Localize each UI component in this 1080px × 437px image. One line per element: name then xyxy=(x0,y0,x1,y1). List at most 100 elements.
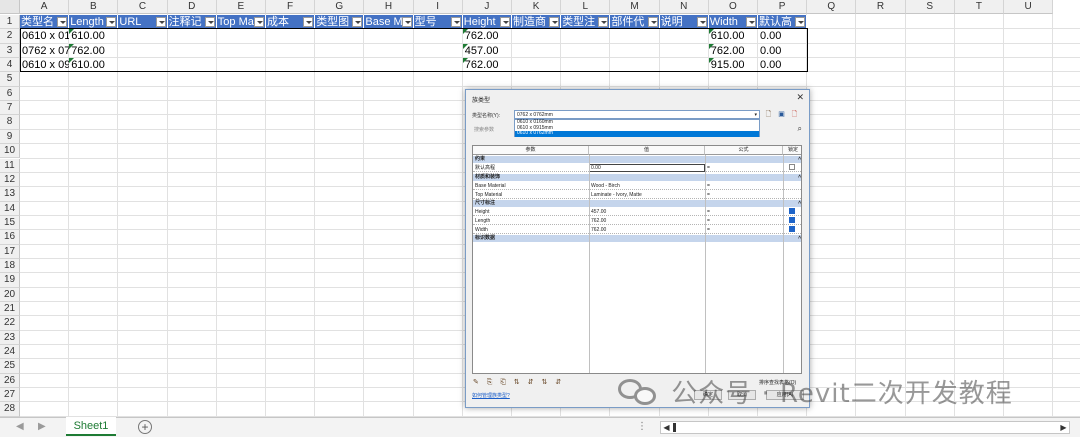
column-header-o[interactable]: O xyxy=(708,0,758,14)
parameter-value[interactable]: Wood - Birch xyxy=(591,182,620,190)
lock-checkbox[interactable] xyxy=(789,208,795,214)
table-cell[interactable] xyxy=(118,29,167,43)
parameter-row[interactable]: Base Material Wood - Birch = xyxy=(473,182,801,190)
add-sheet-button[interactable]: + xyxy=(138,420,152,434)
table-cell[interactable] xyxy=(118,58,167,72)
error-indicator-icon[interactable] xyxy=(708,58,714,64)
row-header-14[interactable]: 14 xyxy=(0,201,20,216)
row-header-6[interactable]: 6 xyxy=(0,86,20,102)
table-cell[interactable] xyxy=(315,29,364,43)
horizontal-scrollbar[interactable]: ◀ ▶ xyxy=(660,421,1070,434)
chevron-down-icon[interactable]: ▾ xyxy=(754,111,757,119)
table-header-cell[interactable]: Top Ma xyxy=(216,15,266,30)
parameter-formula[interactable]: = xyxy=(707,182,710,190)
row-header-22[interactable]: 22 xyxy=(0,316,20,331)
filter-dropdown-icon[interactable] xyxy=(352,17,363,27)
column-header-h[interactable]: H xyxy=(364,0,414,14)
table-cell[interactable]: 0.00 xyxy=(758,58,807,72)
delete-type-icon[interactable]: 🗋 xyxy=(790,110,799,119)
column-header-k[interactable]: K xyxy=(512,0,562,14)
row-header-16[interactable]: 16 xyxy=(0,230,20,245)
column-header-a[interactable]: A xyxy=(20,0,70,14)
row-header-12[interactable]: 12 xyxy=(0,172,20,188)
table-cell[interactable]: 762.00 xyxy=(463,58,512,72)
column-header-d[interactable]: D xyxy=(167,0,217,14)
column-header-f[interactable]: F xyxy=(266,0,316,14)
parameter-formula[interactable]: = xyxy=(707,191,710,199)
search-icon[interactable]: ⌕ xyxy=(798,124,802,134)
parameter-row[interactable]: Height 457.00 = xyxy=(473,208,801,216)
column-header-t[interactable]: T xyxy=(954,0,1004,14)
row-header-25[interactable]: 25 xyxy=(0,359,20,374)
table-header-cell[interactable]: 默认高 xyxy=(758,15,808,30)
parameter-formula[interactable]: = xyxy=(707,217,710,225)
table-cell[interactable]: 0610 x 091 xyxy=(20,58,69,72)
table-header-cell[interactable]: 类型图 xyxy=(315,15,365,30)
filter-dropdown-icon[interactable] xyxy=(106,17,117,27)
row-header-15[interactable]: 15 xyxy=(0,215,20,231)
table-header-cell[interactable]: 注释记 xyxy=(167,15,217,30)
table-cell[interactable]: 0762 x 076 xyxy=(20,44,69,58)
table-header-cell[interactable]: 说明 xyxy=(659,15,709,30)
rename-type-icon[interactable]: ▣ xyxy=(777,110,786,119)
parameter-value[interactable]: Laminate - Ivory, Matte xyxy=(591,191,642,199)
row-header-2[interactable]: 2 xyxy=(0,29,20,44)
row-header-26[interactable]: 26 xyxy=(0,373,20,389)
parameter-value[interactable]: 457.00 xyxy=(591,208,606,216)
table-cell[interactable]: 0610 x 016 xyxy=(20,29,69,43)
row-header-4[interactable]: 4 xyxy=(0,58,20,73)
parameter-formula[interactable]: = xyxy=(707,164,710,172)
row-header-13[interactable]: 13 xyxy=(0,187,20,202)
row-header-7[interactable]: 7 xyxy=(0,101,20,116)
column-header-r[interactable]: R xyxy=(856,0,906,14)
filter-dropdown-icon[interactable] xyxy=(303,17,314,27)
parameter-group-header[interactable]: 约束 ˄ xyxy=(473,156,801,163)
table-cell[interactable]: 0.00 xyxy=(758,29,807,43)
table-cell[interactable]: 610.00 xyxy=(69,58,118,72)
scroll-right-icon[interactable]: ▶ xyxy=(1058,422,1069,433)
table-cell[interactable] xyxy=(315,58,364,72)
table-cell[interactable] xyxy=(512,29,561,43)
column-header-q[interactable]: Q xyxy=(807,0,857,14)
table-cell[interactable] xyxy=(414,58,463,72)
table-cell[interactable]: 610.00 xyxy=(709,29,758,43)
table-cell[interactable] xyxy=(660,29,709,43)
table-header-cell[interactable]: Length xyxy=(69,15,119,30)
table-cell[interactable] xyxy=(364,29,413,43)
table-header-cell[interactable]: Width xyxy=(708,15,758,30)
table-cell[interactable] xyxy=(512,44,561,58)
column-header-n[interactable]: N xyxy=(659,0,709,14)
row-header-28[interactable]: 28 xyxy=(0,402,20,417)
lock-checkbox[interactable] xyxy=(789,164,795,170)
parameter-row[interactable]: 默认高程 0.00 = xyxy=(473,164,801,172)
sheet-tab-sheet1[interactable]: Sheet1 xyxy=(66,417,116,436)
table-cell[interactable] xyxy=(168,44,217,58)
filter-dropdown-icon[interactable] xyxy=(549,17,560,27)
type-name-select[interactable]: 0762 x 0762mm ▾ xyxy=(514,110,760,119)
row-header-24[interactable]: 24 xyxy=(0,345,20,360)
error-indicator-icon[interactable] xyxy=(462,43,468,49)
column-header-j[interactable]: J xyxy=(462,0,512,14)
error-indicator-icon[interactable] xyxy=(69,58,75,64)
column-header-p[interactable]: P xyxy=(758,0,808,14)
table-cell[interactable] xyxy=(610,29,659,43)
collapse-icon[interactable]: ˄ xyxy=(798,174,801,181)
split-handle-icon[interactable]: ⋮ xyxy=(637,421,647,432)
parameter-row[interactable]: Top Material Laminate - Ivory, Matte = xyxy=(473,191,801,199)
table-header-cell[interactable]: Height xyxy=(462,15,512,30)
table-header-cell[interactable]: 类型注 xyxy=(561,15,611,30)
table-cell[interactable] xyxy=(217,58,266,72)
parameter-formula[interactable]: = xyxy=(707,226,710,234)
table-cell[interactable] xyxy=(561,29,610,43)
row-header-8[interactable]: 8 xyxy=(0,115,20,130)
table-cell[interactable] xyxy=(266,58,315,72)
column-header-s[interactable]: S xyxy=(905,0,955,14)
manage-types-link[interactable]: 如何管理族类型? xyxy=(472,392,510,399)
table-cell[interactable] xyxy=(414,29,463,43)
row-header-9[interactable]: 9 xyxy=(0,129,20,145)
table-cell[interactable]: 915.00 xyxy=(709,58,758,72)
filter-dropdown-icon[interactable] xyxy=(696,17,707,27)
filter-dropdown-icon[interactable] xyxy=(598,17,609,27)
scroll-left-icon[interactable]: ◀ xyxy=(661,422,672,433)
filter-dropdown-icon[interactable] xyxy=(253,17,264,27)
